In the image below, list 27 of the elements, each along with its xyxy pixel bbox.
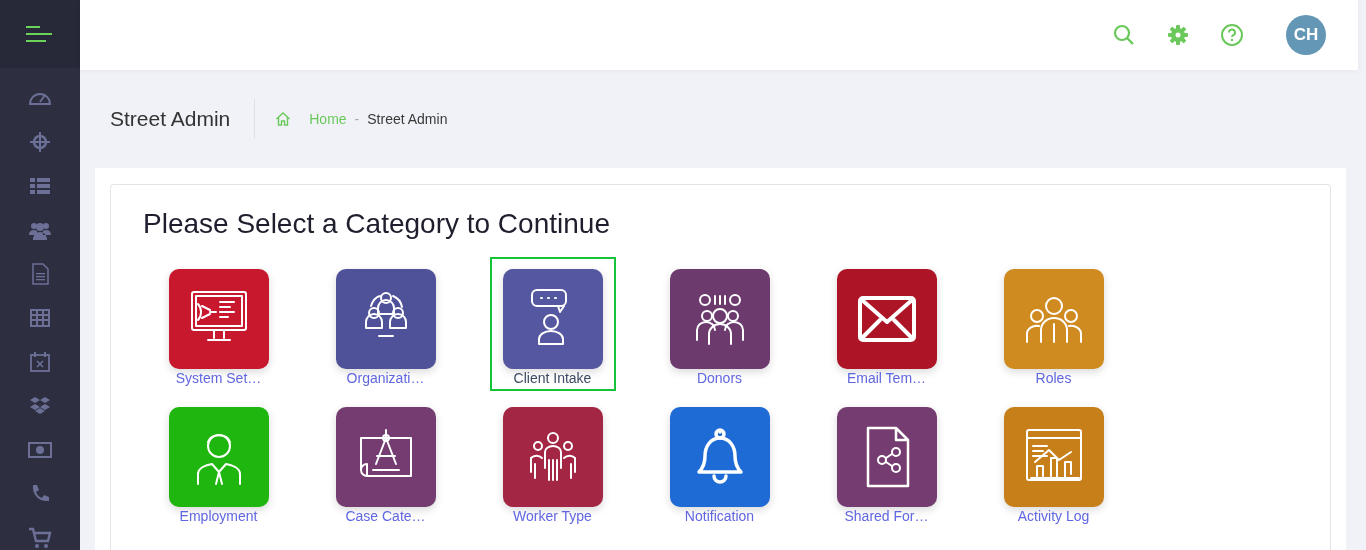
settings-icon[interactable] (1166, 23, 1190, 47)
page-title: Street Admin (110, 99, 256, 139)
tile-label: Roles (1035, 368, 1072, 388)
category-tile[interactable]: Client Intake (489, 256, 616, 391)
tile-label: Client Intake (513, 368, 592, 388)
table-icon[interactable] (28, 306, 52, 330)
tile-label: Shared For… (844, 506, 929, 526)
section-heading: Please Select a Category to Continue (143, 207, 611, 241)
tile-label: Organizati… (346, 368, 425, 388)
crosshair-icon[interactable] (28, 130, 52, 154)
tile-label: Worker Type (513, 506, 592, 526)
breadcrumb-separator: - (354, 109, 360, 129)
tile-label: Activity Log (1017, 506, 1090, 526)
cart-icon[interactable] (28, 526, 52, 550)
tile-label: Donors (696, 368, 743, 388)
tile-label: Case Cate… (345, 506, 426, 526)
tile-label: Employment (179, 506, 258, 526)
menu-icon[interactable] (26, 26, 54, 42)
search-icon[interactable] (1112, 23, 1136, 47)
help-icon[interactable] (1220, 23, 1244, 47)
tile-label: System Set… (175, 368, 262, 388)
tile-label: Email Tem… (846, 368, 927, 388)
user-avatar[interactable]: CH (1286, 15, 1326, 55)
home-icon[interactable] (275, 111, 292, 127)
tile-label: Notification (684, 506, 755, 526)
breadcrumb-current: Street Admin (367, 109, 448, 129)
calendar-icon[interactable] (28, 350, 52, 374)
